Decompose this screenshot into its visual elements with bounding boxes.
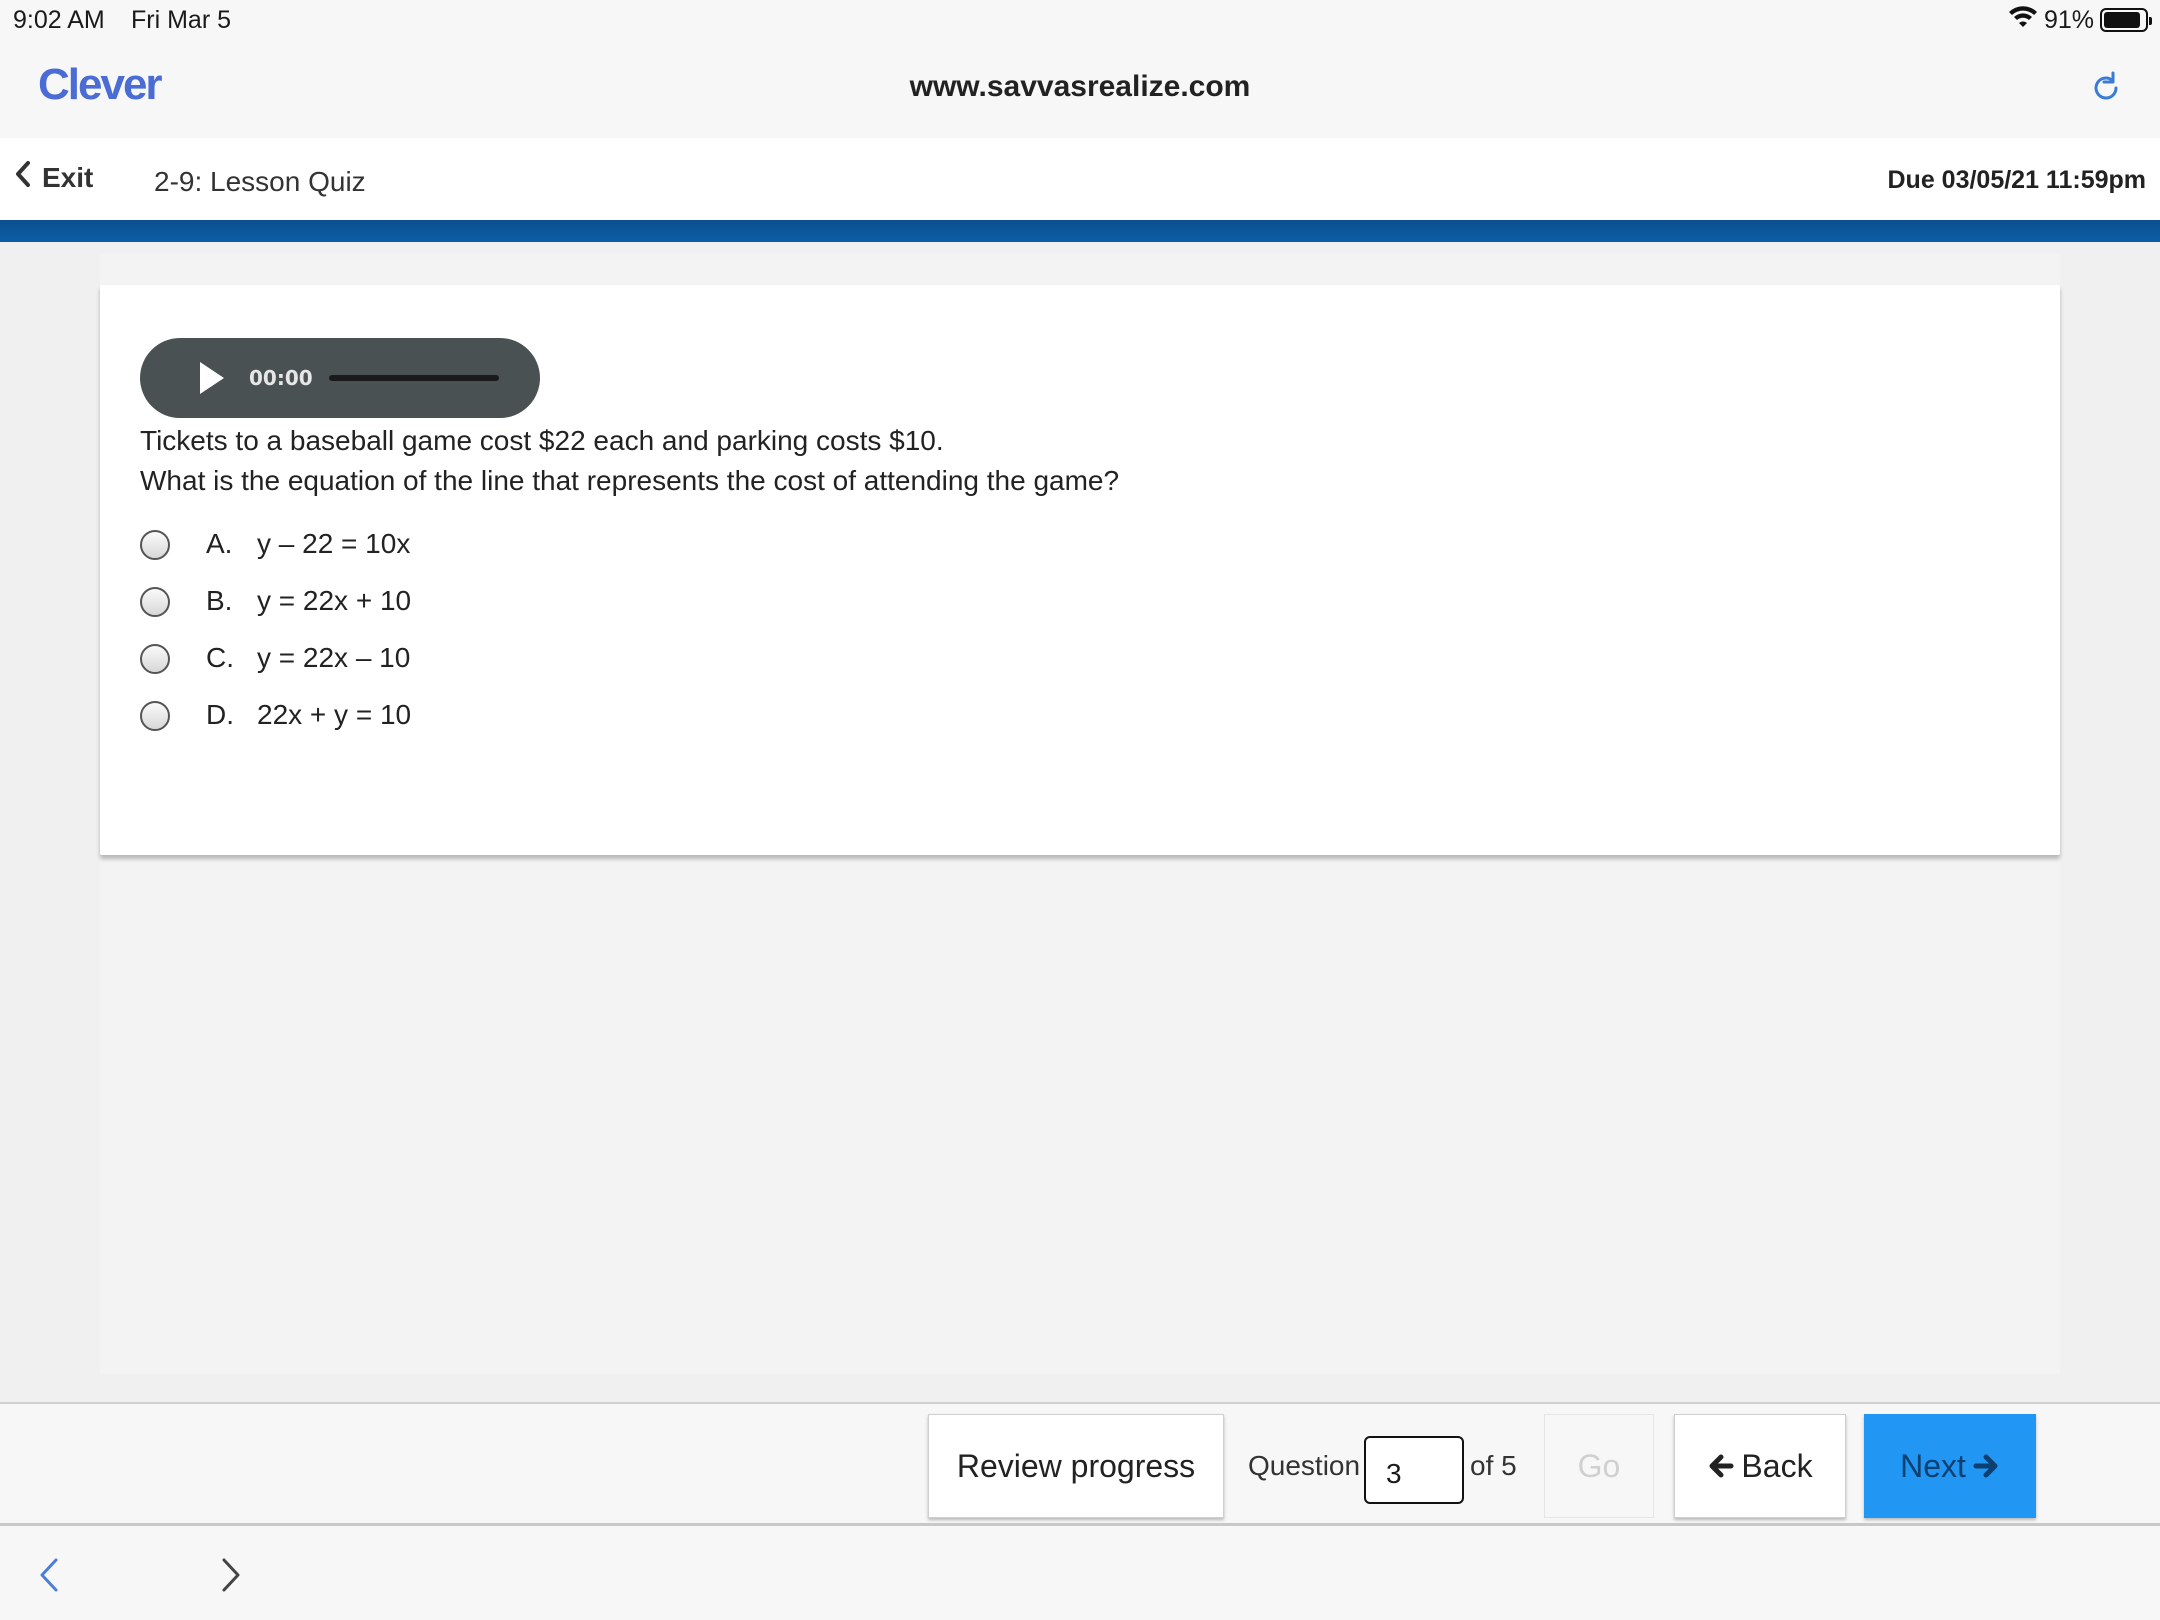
question-number-input[interactable]: 3 [1364, 1436, 1464, 1504]
question-text: Tickets to a baseball game cost $22 each… [140, 421, 1119, 501]
back-label: Back [1741, 1447, 1813, 1484]
choice-d[interactable]: D. 22x + y = 10 [140, 694, 411, 738]
battery-icon [2100, 8, 2152, 32]
wifi-icon [2008, 5, 2038, 36]
browser-forward-icon[interactable] [216, 1556, 246, 1594]
question-card: 00:00 Tickets to a baseball game cost $2… [100, 285, 2060, 855]
choice-letter: D. [206, 699, 234, 730]
play-icon[interactable] [200, 362, 224, 394]
choice-letter: B. [206, 585, 233, 616]
due-date: Due 03/05/21 11:59pm [1887, 166, 2147, 194]
status-bar: 9:02 AM Fri Mar 5 91% [0, 0, 2160, 40]
arrow-left-icon [1707, 1452, 1735, 1480]
question-total: of 5 [1470, 1450, 1517, 1481]
choice-equation: y – 22 = 10x [257, 528, 411, 559]
choice-b[interactable]: B. y = 22x + 10 [140, 580, 411, 624]
url-display: www.savvasrealize.com [909, 70, 1251, 103]
browser-back-icon[interactable] [34, 1556, 64, 1594]
quiz-footer: Review progress Question 3 of 5 Go Back … [0, 1402, 2160, 1526]
choice-equation: 22x + y = 10 [257, 699, 412, 730]
choice-a[interactable]: A. y – 22 = 10x [140, 523, 410, 567]
app-header: Exit 2-9: Lesson Quiz Due 03/05/21 11:59… [0, 138, 2160, 220]
audio-player: 00:00 [140, 338, 540, 418]
status-indicators: 91% [2008, 5, 2152, 36]
reload-icon[interactable] [2088, 70, 2124, 106]
review-progress-button[interactable]: Review progress [928, 1414, 1224, 1518]
question-line-2: What is the equation of the line that re… [140, 465, 1120, 496]
battery-percent: 91% [2043, 5, 2094, 34]
exit-label: Exit [42, 161, 94, 193]
radio-button[interactable] [140, 530, 170, 560]
choice-equation: y = 22x – 10 [257, 642, 411, 673]
next-label: Next [1900, 1447, 1966, 1484]
choice-letter: A. [206, 528, 233, 559]
choice-c[interactable]: C. y = 22x – 10 [140, 637, 410, 681]
arrow-right-icon [1972, 1452, 2000, 1480]
chevron-left-icon [14, 160, 32, 195]
question-line-1: Tickets to a baseball game cost $22 each… [140, 425, 944, 456]
back-button[interactable]: Back [1674, 1414, 1846, 1518]
status-date: Fri Mar 5 [131, 6, 231, 34]
battery-fill [2104, 12, 2141, 28]
status-time: 9:02 AM [13, 6, 105, 34]
question-label: Question [1248, 1450, 1361, 1481]
go-button[interactable]: Go [1544, 1414, 1654, 1518]
choice-letter: C. [206, 642, 234, 673]
browser-toolbar [0, 1526, 2160, 1620]
radio-button[interactable] [140, 644, 170, 674]
header-rule [0, 220, 2160, 242]
radio-button[interactable] [140, 701, 170, 731]
choice-equation: y = 22x + 10 [257, 585, 412, 616]
exit-button[interactable]: Exit [14, 160, 93, 195]
radio-button[interactable] [140, 587, 170, 617]
audio-progress-track[interactable] [328, 375, 499, 381]
browser-bar: Clever www.savvasrealize.com [0, 40, 2160, 138]
lesson-title: 2-9: Lesson Quiz [154, 166, 366, 197]
audio-time: 00:00 [249, 366, 313, 390]
next-button[interactable]: Next [1864, 1414, 2036, 1518]
